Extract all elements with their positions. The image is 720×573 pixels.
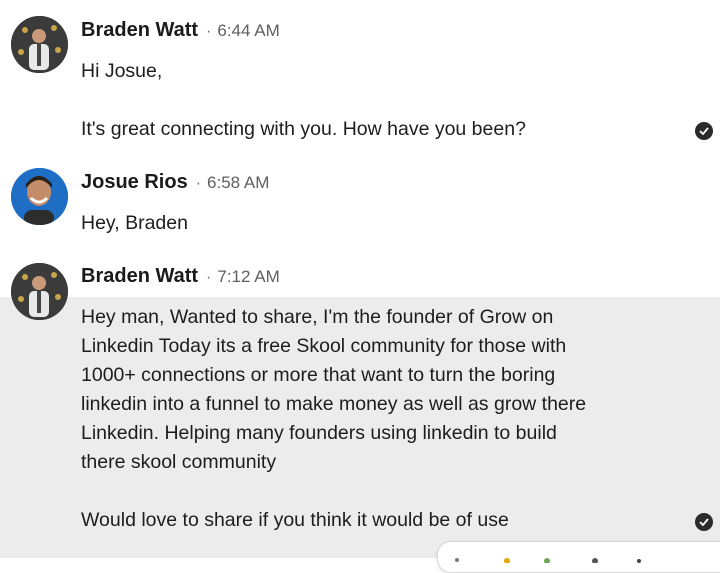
message-line: It's great connecting with you. How have… <box>81 118 526 140</box>
avatar[interactable] <box>11 168 68 225</box>
message-line: Hey man, Wanted to share, I'm the founde… <box>81 306 554 328</box>
message-line: Hi Josue, <box>81 60 163 82</box>
sender-name[interactable]: Braden Watt <box>81 265 198 288</box>
separator-dot: · <box>206 269 212 286</box>
separator-dot: · <box>206 23 212 40</box>
message-line: Hey, Braden <box>81 212 188 234</box>
message-item: Josue Rios · 6:58 AM Hey, Braden <box>0 152 720 252</box>
reaction-icon[interactable] <box>542 550 552 564</box>
separator-dot: · <box>195 175 202 192</box>
reaction-icon[interactable] <box>634 550 644 563</box>
sender-name[interactable]: Braden Watt <box>81 19 198 42</box>
reaction-icon[interactable] <box>590 550 600 564</box>
message-text: Hi Josue, It's great connecting with you… <box>81 57 681 144</box>
message-text: Hey, Braden <box>81 209 681 238</box>
reaction-icon[interactable] <box>452 550 462 562</box>
message-line: Linkedin Today its a free Skool communit… <box>81 335 567 357</box>
message-line: linkedin into a funnel to make money as … <box>81 393 587 415</box>
timestamp: 6:58 AM <box>207 173 270 192</box>
check-circle-icon <box>695 513 713 531</box>
check-circle-icon <box>695 122 713 140</box>
message-line: Linkedin. Helping many founders using li… <box>81 422 557 444</box>
reaction-bar[interactable] <box>437 541 720 573</box>
message-line: there skool community <box>81 451 277 473</box>
sender-name[interactable]: Josue Rios <box>81 171 188 194</box>
reaction-icon[interactable] <box>502 550 512 564</box>
avatar[interactable] <box>11 16 68 73</box>
message-line: Would love to share if you think it woul… <box>81 509 509 531</box>
avatar[interactable] <box>11 263 68 320</box>
message-item: Braden Watt · 7:12 AM Hey man, Wanted to… <box>0 252 720 558</box>
timestamp: 7:12 AM <box>217 267 280 286</box>
message-line: 1000+ connections or more that want to t… <box>81 364 556 386</box>
message-item: Braden Watt · 6:44 AM Hi Josue, It's gre… <box>0 0 720 152</box>
timestamp: 6:44 AM <box>217 21 280 40</box>
message-text: Hey man, Wanted to share, I'm the founde… <box>81 303 681 535</box>
